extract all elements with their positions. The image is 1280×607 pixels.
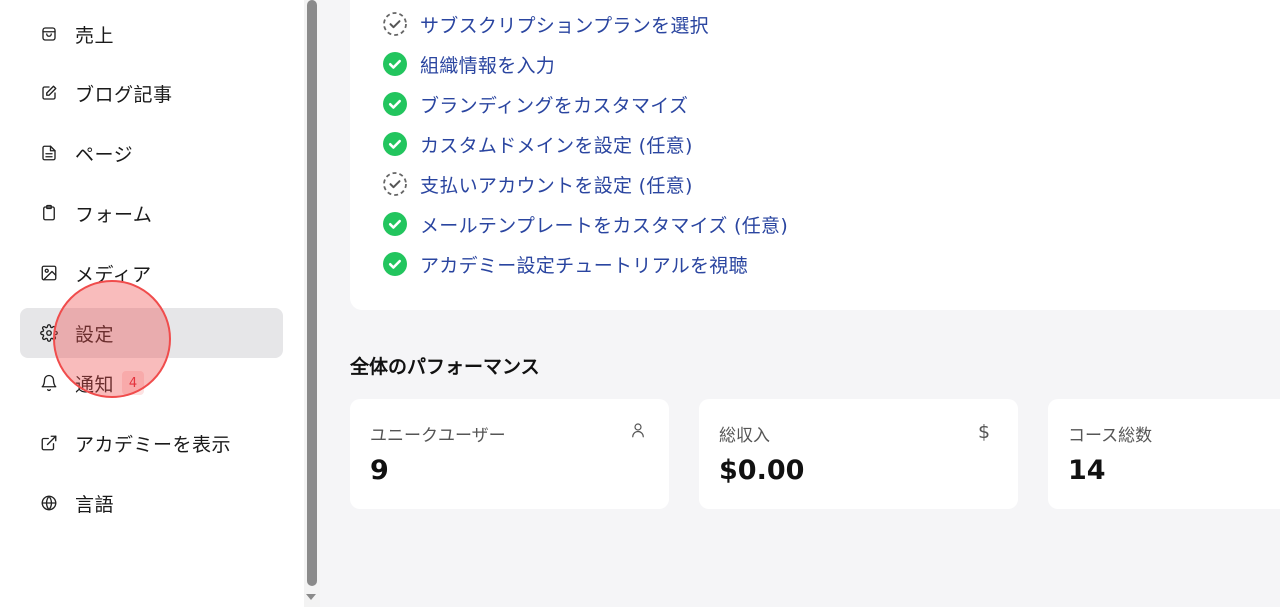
sidebar-item-label: アカデミーを表示 [75,433,232,456]
stat-value: 9 [370,455,389,486]
sidebar-item-sales[interactable]: 売上 [20,9,283,59]
checklist-item[interactable]: ブランディングをカスタマイズ [382,90,688,118]
check-circle-icon [383,212,407,236]
checklist-item[interactable]: カスタムドメインを設定 (任意) [382,130,693,158]
sidebar-item-forms[interactable]: フォーム [20,188,283,238]
pending-check-icon [383,172,407,196]
stat-label: 総収入 [719,426,770,446]
sidebar-item-settings[interactable]: 設定 [20,308,283,358]
shopping-bag-icon [39,24,59,44]
checklist-item[interactable]: 組織情報を入力 [382,50,555,78]
checklist-item-label: メールテンプレートをカスタマイズ (任意) [420,214,789,237]
checklist-item-label: アカデミー設定チュートリアルを視聴 [420,254,748,277]
check-circle-icon [383,52,407,76]
scroll-down-arrow-icon[interactable] [306,594,316,600]
bell-icon [39,373,59,393]
stat-card-total-courses: コース総数 14 [1048,399,1280,509]
pending-check-icon [383,12,407,36]
stat-value: 14 [1068,455,1106,486]
checklist-item[interactable]: 支払いアカウントを設定 (任意) [382,170,693,198]
main-content: サブスクリプションプランを選択 組織情報を入力 ブランディングをカスタマイズ カ… [320,0,1280,607]
sidebar-item-label: 売上 [75,24,115,47]
checklist-item-label: サブスクリプションプランを選択 [420,14,709,37]
sidebar-scrollbar-thumb[interactable] [307,0,317,586]
stat-label: ユニークユーザー [370,426,506,446]
file-text-icon [39,143,59,163]
user-icon [629,421,649,441]
checklist-item-label: 組織情報を入力 [420,54,556,77]
dollar-icon: $ [978,421,991,443]
stat-card-unique-users: ユニークユーザー 9 [350,399,669,509]
edit-icon [39,83,59,103]
clipboard-icon [39,203,59,223]
checklist-item[interactable]: メールテンプレートをカスタマイズ (任意) [382,210,788,238]
sidebar-item-label: ページ [75,143,134,166]
globe-icon [39,493,59,513]
sidebar-item-language[interactable]: 言語 [20,478,283,528]
sidebar-item-label: 言語 [75,493,115,516]
check-circle-icon [383,252,407,276]
sidebar-item-label: 通知 [75,373,115,396]
checklist-item-label: カスタムドメインを設定 (任意) [420,134,693,157]
checklist-item-label: ブランディングをカスタマイズ [420,94,689,117]
sidebar-item-label: フォーム [75,203,153,226]
sidebar-item-pages[interactable]: ページ [20,128,283,178]
sidebar: 売上 ブログ記事 ページ フォーム メディア 設定 通知 4 アカデミーを表示 … [0,0,304,607]
notification-count-badge: 4 [122,371,145,395]
image-icon [39,263,59,283]
stat-label: コース総数 [1068,426,1153,446]
sidebar-item-label: 設定 [75,323,115,346]
performance-section-title: 全体のパフォーマンス [350,356,540,378]
checklist-item[interactable]: アカデミー設定チュートリアルを視聴 [382,250,748,278]
sidebar-item-label: メディア [75,263,152,286]
stat-value: $0.00 [719,455,805,486]
gear-icon [39,323,59,343]
checklist-item[interactable]: サブスクリプションプランを選択 [382,10,709,38]
sidebar-item-media[interactable]: メディア [20,248,283,298]
stat-card-total-revenue: 総収入 $ $0.00 [699,399,1018,509]
sidebar-item-blog-posts[interactable]: ブログ記事 [20,68,283,118]
check-circle-icon [383,92,407,116]
sidebar-item-notifications[interactable]: 通知 4 [20,358,283,408]
sidebar-item-label: ブログ記事 [75,83,173,106]
checklist-item-label: 支払いアカウントを設定 (任意) [420,174,693,197]
external-link-icon [39,433,59,453]
check-circle-icon [383,132,407,156]
sidebar-item-view-academy[interactable]: アカデミーを表示 [20,418,283,468]
